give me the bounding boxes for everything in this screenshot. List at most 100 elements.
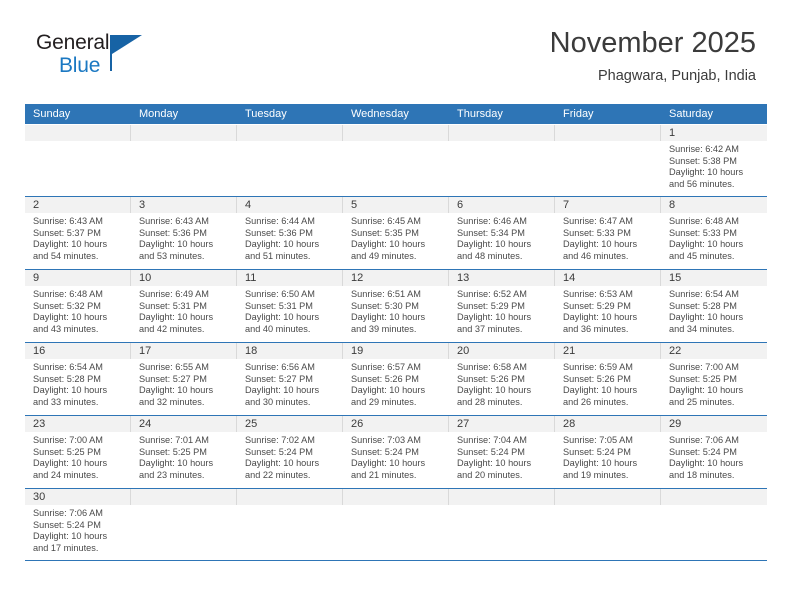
calendar-day-cell[interactable]: 22 Sunrise: 7:00 AM Sunset: 5:25 PM Dayligh… <box>661 343 767 415</box>
day-sun-info: Sunrise: 6:52 AM Sunset: 5:29 PM Daylight:… <box>449 286 555 335</box>
day-number-band: 18 <box>237 343 343 359</box>
sunrise-text: Sunrise: 7:00 AM <box>33 435 103 445</box>
calendar-day-cell[interactable]: 9 Sunrise: 6:48 AM Sunset: 5:32 PM Daylight… <box>25 270 131 342</box>
day-sun-info: Sunrise: 7:00 AM Sunset: 5:25 PM Daylight:… <box>25 432 131 481</box>
calendar-day-cell[interactable]: 18 Sunrise: 6:56 AM Sunset: 5:27 PM Dayligh… <box>237 343 343 415</box>
calendar-day-cell[interactable]: 20 Sunrise: 6:58 AM Sunset: 5:26 PM Dayligh… <box>449 343 555 415</box>
day-number-band: 21 <box>555 343 661 359</box>
day-number-band <box>237 125 343 141</box>
sunrise-text: Sunrise: 6:54 AM <box>33 362 103 372</box>
day-number: 30 <box>33 491 46 503</box>
calendar-day-cell-empty <box>661 489 767 560</box>
day-number-band: 17 <box>131 343 237 359</box>
daylight-text-line1: Daylight: 10 hours <box>33 385 108 396</box>
page-subtitle: Phagwara, Punjab, India <box>598 68 756 84</box>
calendar-day-cell[interactable]: 28 Sunrise: 7:05 AM Sunset: 5:24 PM Dayligh… <box>555 416 661 488</box>
day-number-band: 10 <box>131 270 237 286</box>
day-number-band: 15 <box>661 270 767 286</box>
sunset-text: Sunset: 5:25 PM <box>139 446 207 457</box>
daylight-text-line2: and 19 minutes. <box>563 469 629 480</box>
day-sun-info: Sunrise: 6:48 AM Sunset: 5:33 PM Daylight:… <box>661 213 767 262</box>
day-number-band <box>449 125 555 141</box>
calendar-day-cell[interactable]: 24 Sunrise: 7:01 AM Sunset: 5:25 PM Dayligh… <box>131 416 237 488</box>
calendar-day-cell[interactable]: 3 Sunrise: 6:43 AM Sunset: 5:36 PM Daylight… <box>131 197 237 269</box>
sunrise-text: Sunrise: 6:48 AM <box>669 216 739 226</box>
sunset-text: Sunset: 5:32 PM <box>33 300 101 311</box>
daylight-text-line2: and 54 minutes. <box>33 250 99 261</box>
day-number: 14 <box>563 272 576 284</box>
calendar-week-row: 16 Sunrise: 6:54 AM Sunset: 5:28 PM Dayligh… <box>25 342 767 415</box>
calendar-day-cell[interactable]: 2 Sunrise: 6:43 AM Sunset: 5:37 PM Daylight… <box>25 197 131 269</box>
day-sun-info: Sunrise: 6:47 AM Sunset: 5:33 PM Daylight:… <box>555 213 661 262</box>
calendar-day-cell[interactable]: 8 Sunrise: 6:48 AM Sunset: 5:33 PM Daylight… <box>661 197 767 269</box>
daylight-text-line2: and 46 minutes. <box>563 250 629 261</box>
calendar-day-cell[interactable]: 17 Sunrise: 6:55 AM Sunset: 5:27 PM Dayligh… <box>131 343 237 415</box>
daylight-text-line1: Daylight: 10 hours <box>563 385 638 396</box>
calendar-day-cell[interactable]: 26 Sunrise: 7:03 AM Sunset: 5:24 PM Dayligh… <box>343 416 449 488</box>
daylight-text-line1: Daylight: 10 hours <box>351 239 426 250</box>
day-number-band <box>661 489 767 505</box>
calendar-day-cell[interactable]: 12 Sunrise: 6:51 AM Sunset: 5:30 PM Dayligh… <box>343 270 449 342</box>
day-number: 28 <box>563 418 576 430</box>
sunset-text: Sunset: 5:35 PM <box>351 227 419 238</box>
calendar-day-cell[interactable]: 16 Sunrise: 6:54 AM Sunset: 5:28 PM Dayligh… <box>25 343 131 415</box>
sunrise-text: Sunrise: 6:44 AM <box>245 216 315 226</box>
day-number-band: 30 <box>25 489 131 505</box>
day-number-band: 28 <box>555 416 661 432</box>
sunset-text: Sunset: 5:28 PM <box>669 300 737 311</box>
general-blue-logo[interactable]: General Blue <box>36 26 156 78</box>
daylight-text-line1: Daylight: 10 hours <box>139 239 214 250</box>
calendar-day-cell[interactable]: 27 Sunrise: 7:04 AM Sunset: 5:24 PM Dayligh… <box>449 416 555 488</box>
day-number-band <box>237 489 343 505</box>
calendar-day-cell[interactable]: 5 Sunrise: 6:45 AM Sunset: 5:35 PM Daylight… <box>343 197 449 269</box>
day-number-band: 22 <box>661 343 767 359</box>
calendar-day-cell[interactable]: 1 Sunrise: 6:42 AM Sunset: 5:38 PM Daylight… <box>661 125 767 196</box>
daylight-text-line1: Daylight: 10 hours <box>33 458 108 469</box>
daylight-text-line2: and 51 minutes. <box>245 250 311 261</box>
day-number: 24 <box>139 418 152 430</box>
daylight-text-line2: and 49 minutes. <box>351 250 417 261</box>
day-number-band: 13 <box>449 270 555 286</box>
sunrise-text: Sunrise: 7:03 AM <box>351 435 421 445</box>
daylight-text-line2: and 45 minutes. <box>669 250 735 261</box>
calendar-day-cell[interactable]: 14 Sunrise: 6:53 AM Sunset: 5:29 PM Dayligh… <box>555 270 661 342</box>
calendar-day-cell[interactable]: 10 Sunrise: 6:49 AM Sunset: 5:31 PM Dayligh… <box>131 270 237 342</box>
daylight-text-line1: Daylight: 10 hours <box>563 312 638 323</box>
daylight-text-line2: and 20 minutes. <box>457 469 523 480</box>
day-sun-info: Sunrise: 6:57 AM Sunset: 5:26 PM Daylight:… <box>343 359 449 408</box>
daylight-text-line2: and 34 minutes. <box>669 323 735 334</box>
day-number-band: 12 <box>343 270 449 286</box>
calendar-day-cell-empty <box>449 125 555 196</box>
calendar-day-cell[interactable]: 21 Sunrise: 6:59 AM Sunset: 5:26 PM Dayligh… <box>555 343 661 415</box>
day-number: 6 <box>457 199 464 211</box>
day-number: 11 <box>245 272 257 284</box>
calendar-day-cell-empty <box>237 489 343 560</box>
day-number: 2 <box>33 199 40 211</box>
calendar-day-cell[interactable]: 7 Sunrise: 6:47 AM Sunset: 5:33 PM Daylight… <box>555 197 661 269</box>
sunrise-text: Sunrise: 6:45 AM <box>351 216 421 226</box>
calendar-day-cell[interactable]: 25 Sunrise: 7:02 AM Sunset: 5:24 PM Dayligh… <box>237 416 343 488</box>
sunset-text: Sunset: 5:33 PM <box>563 227 631 238</box>
sunrise-text: Sunrise: 7:06 AM <box>33 508 103 518</box>
calendar-day-cell[interactable]: 15 Sunrise: 6:54 AM Sunset: 5:28 PM Dayligh… <box>661 270 767 342</box>
day-sun-info: Sunrise: 6:43 AM Sunset: 5:37 PM Daylight:… <box>25 213 131 262</box>
day-number-band <box>131 489 237 505</box>
day-number: 25 <box>245 418 258 430</box>
calendar-day-cell[interactable]: 19 Sunrise: 6:57 AM Sunset: 5:26 PM Dayligh… <box>343 343 449 415</box>
daylight-text-line2: and 25 minutes. <box>669 396 735 407</box>
calendar-day-cell[interactable]: 30 Sunrise: 7:06 AM Sunset: 5:24 PM Dayligh… <box>25 489 131 560</box>
day-number-band: 5 <box>343 197 449 213</box>
sunrise-text: Sunrise: 7:06 AM <box>669 435 739 445</box>
daylight-text-line2: and 26 minutes. <box>563 396 629 407</box>
calendar-day-cell[interactable]: 6 Sunrise: 6:46 AM Sunset: 5:34 PM Daylight… <box>449 197 555 269</box>
daylight-text-line2: and 17 minutes. <box>33 542 99 553</box>
day-number-band <box>555 489 661 505</box>
calendar-day-cell[interactable]: 29 Sunrise: 7:06 AM Sunset: 5:24 PM Dayligh… <box>661 416 767 488</box>
calendar-day-cell[interactable]: 23 Sunrise: 7:00 AM Sunset: 5:25 PM Dayligh… <box>25 416 131 488</box>
day-number-band: 9 <box>25 270 131 286</box>
daylight-text-line1: Daylight: 10 hours <box>245 312 320 323</box>
calendar-day-cell[interactable]: 13 Sunrise: 6:52 AM Sunset: 5:29 PM Dayligh… <box>449 270 555 342</box>
calendar-day-cell[interactable]: 11 Sunrise: 6:50 AM Sunset: 5:31 PM Dayligh… <box>237 270 343 342</box>
sunset-text: Sunset: 5:24 PM <box>351 446 419 457</box>
calendar-day-cell[interactable]: 4 Sunrise: 6:44 AM Sunset: 5:36 PM Daylight… <box>237 197 343 269</box>
